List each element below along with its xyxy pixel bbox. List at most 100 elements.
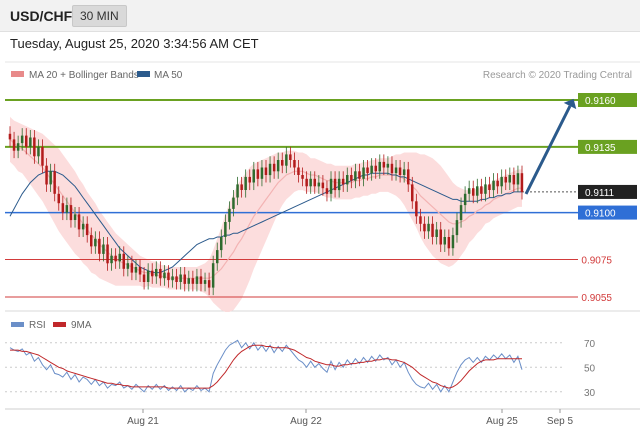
candle-body (134, 267, 138, 273)
candle-body (195, 276, 199, 284)
candle-body (224, 222, 227, 237)
candle-body (516, 173, 520, 185)
candle-body (146, 270, 150, 282)
candle-body (61, 203, 65, 213)
candle-body (110, 255, 113, 264)
candle-body (98, 238, 101, 254)
candle-body (415, 201, 418, 217)
ma50-legend-swatch (137, 71, 150, 77)
candle-body (114, 255, 117, 262)
candle-body (179, 274, 182, 282)
candle-body (289, 154, 292, 160)
candle-body (276, 160, 280, 172)
candle-body (199, 276, 203, 284)
candle-body (65, 205, 69, 213)
candle-body (167, 272, 170, 281)
candle-body (240, 184, 243, 190)
candle-body (382, 161, 386, 168)
candle-body (504, 176, 507, 183)
candle-body (472, 188, 475, 196)
candle-body (268, 163, 272, 176)
candle-body (207, 280, 211, 288)
ma20-legend-swatch (11, 71, 24, 77)
candle-body (138, 267, 142, 275)
candle-body (272, 163, 276, 172)
candle-body (90, 235, 93, 247)
ma20-legend-label: MA 20 + Bollinger Bands (29, 70, 139, 81)
copyright-text: Research © 2020 Trading Central (483, 70, 632, 81)
level-label: 0.9111 (585, 188, 615, 199)
projection-arrow-shaft (524, 105, 572, 195)
candle-body (492, 180, 495, 191)
candle-body (390, 163, 394, 174)
candle-body (346, 175, 349, 185)
rsi-legend-swatch (11, 322, 24, 327)
candle-body (25, 135, 28, 147)
candle-body (325, 188, 329, 194)
candle-body (102, 244, 105, 254)
rsi-tick-label: 50 (584, 363, 596, 374)
candle-body (305, 178, 308, 187)
x-axis: Aug 21 Aug 22 Aug 25 Sep 5 (127, 409, 574, 427)
candle-body (398, 167, 402, 175)
candle-body (411, 184, 414, 202)
candle-body (285, 154, 288, 166)
candle-body (33, 137, 36, 157)
candle-body (378, 161, 381, 172)
support-label: 0.9075 (581, 255, 612, 266)
ma9-legend-label: 9MA (71, 320, 92, 331)
candle-body (341, 178, 345, 185)
ma9-legend-swatch (53, 322, 66, 327)
candle-body (439, 229, 442, 245)
candle-body (248, 176, 251, 183)
candle-body (45, 165, 48, 185)
rsi-tick-label: 70 (584, 339, 596, 350)
candle-body (191, 278, 195, 284)
x-tick-label: Aug 22 (290, 416, 322, 427)
candle-body (386, 163, 390, 168)
rsi-tick-label: 30 (584, 388, 596, 399)
level-label: 0.9135 (585, 143, 616, 154)
candle-body (130, 263, 134, 273)
candle-body (187, 278, 190, 284)
candle-body (118, 253, 121, 262)
candle-body (211, 263, 215, 288)
candle-body (366, 167, 369, 174)
candle-body (260, 167, 264, 179)
candle-body (443, 237, 446, 245)
candle-body (463, 193, 467, 206)
x-tick-label: Aug 25 (486, 416, 518, 427)
candle-body (73, 214, 77, 220)
level-labels: 0.9160 0.9135 0.9111 0.9100 0.9075 0.9055 (578, 93, 637, 304)
candle-body (520, 173, 524, 192)
candle-body (256, 169, 260, 179)
level-label: 0.9160 (585, 96, 616, 107)
rsi-panel: 70 50 30 (5, 339, 596, 399)
candle-body (488, 184, 491, 190)
candle-body (163, 272, 166, 279)
candle-body (451, 235, 455, 249)
candle-body (423, 223, 426, 232)
candle-body (419, 216, 422, 224)
candle-body (264, 167, 268, 175)
candle-body (94, 238, 97, 247)
candle-body (297, 167, 300, 175)
candle-body (301, 175, 304, 179)
candle-body (293, 160, 296, 168)
candle-body (77, 214, 81, 230)
x-tick-label: Aug 21 (127, 416, 159, 427)
candle-body (203, 280, 207, 284)
candle-body (69, 205, 73, 221)
candle-body (447, 237, 451, 249)
candle-body (431, 223, 434, 237)
candle-body (232, 197, 235, 209)
candle-body (394, 167, 398, 174)
candle-body (16, 143, 20, 151)
candle-body (496, 180, 499, 187)
candle-body (374, 165, 377, 172)
candle-body (183, 274, 186, 284)
candle-body (37, 146, 40, 157)
candle-body (317, 182, 321, 187)
candle-body (500, 176, 503, 187)
candle-body (309, 178, 312, 187)
